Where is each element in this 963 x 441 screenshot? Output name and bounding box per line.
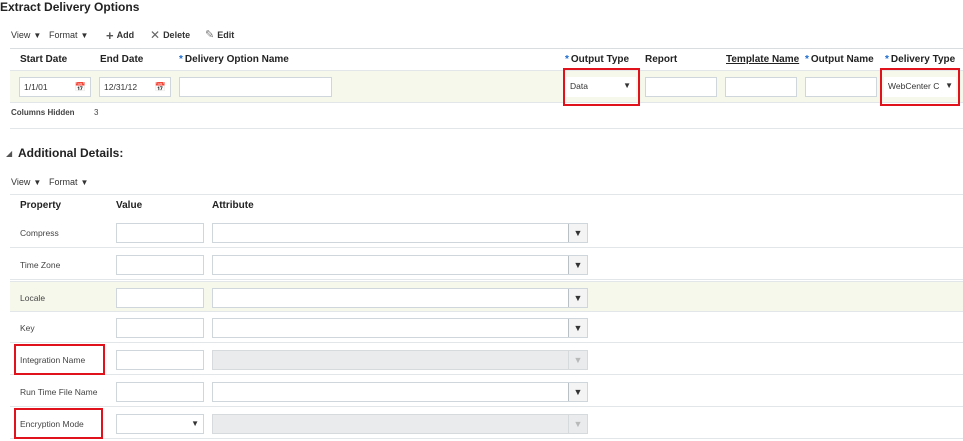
value-input[interactable] xyxy=(116,255,204,275)
chevron-down-icon: ▼ xyxy=(33,177,42,187)
required-asterisk: * xyxy=(805,54,809,65)
delete-label: Delete xyxy=(163,30,191,40)
property-label: Locale xyxy=(20,293,46,303)
dropdown-arrow-icon[interactable]: ▼ xyxy=(568,383,587,401)
header-label: Delivery Option Name xyxy=(184,54,289,65)
value-input[interactable] xyxy=(116,223,204,243)
format-label: Format xyxy=(49,177,78,187)
view-menu[interactable]: View ▼ xyxy=(11,30,41,40)
dropdown-arrow-icon: ▼ xyxy=(191,419,199,428)
table-row[interactable]: Run Time File Name ▼ xyxy=(10,376,963,407)
delete-x-icon: ✕ xyxy=(150,27,161,42)
property-label: Run Time File Name xyxy=(20,387,98,397)
calendar-icon[interactable]: 📅 xyxy=(75,78,86,96)
required-asterisk: * xyxy=(885,54,889,65)
divider xyxy=(10,48,963,49)
calendar-icon[interactable]: 📅 xyxy=(155,78,166,96)
report-input[interactable] xyxy=(645,77,717,97)
attribute-select: ▼ xyxy=(212,350,588,370)
table-row[interactable]: Time Zone ▼ xyxy=(10,249,963,280)
attribute-select[interactable]: ▼ xyxy=(212,382,588,402)
value-select[interactable]: ▼ xyxy=(116,414,204,434)
header-template-name[interactable]: Template Name xyxy=(726,54,799,65)
attribute-select[interactable]: ▼ xyxy=(212,318,588,338)
template-name-input[interactable] xyxy=(725,77,797,97)
page-title: Extract Delivery Options xyxy=(0,0,140,14)
property-label: Time Zone xyxy=(20,260,61,270)
header-property[interactable]: Property xyxy=(20,200,61,211)
header-label: Output Name xyxy=(810,54,874,65)
dropdown-arrow-icon: ▼ xyxy=(568,415,587,433)
attribute-select: ▼ xyxy=(212,414,588,434)
value-input[interactable] xyxy=(116,318,204,338)
table-row[interactable]: Key ▼ xyxy=(10,312,963,343)
view-menu[interactable]: View ▼ xyxy=(11,177,41,187)
delivery-option-name-input[interactable] xyxy=(179,77,332,97)
header-delivery-option-name[interactable]: * Delivery Option Name xyxy=(179,54,289,65)
value-input[interactable] xyxy=(116,288,204,308)
highlight-box xyxy=(880,68,960,106)
header-report[interactable]: Report xyxy=(645,54,677,65)
plus-icon: + xyxy=(106,27,114,43)
required-asterisk: * xyxy=(179,54,183,65)
header-output-name[interactable]: * Output Name xyxy=(805,54,874,65)
columns-hidden-count: 3 xyxy=(94,108,99,117)
header-attribute[interactable]: Attribute xyxy=(212,200,254,211)
value-input[interactable] xyxy=(116,382,204,402)
header-end-date[interactable]: End Date xyxy=(100,54,143,65)
dropdown-arrow-icon[interactable]: ▼ xyxy=(568,289,587,307)
dropdown-arrow-icon[interactable]: ▼ xyxy=(568,224,587,242)
dropdown-arrow-icon[interactable]: ▼ xyxy=(568,256,587,274)
format-menu[interactable]: Format ▼ xyxy=(49,30,88,40)
start-date-value: 1/1/01 xyxy=(24,82,48,92)
section-title: Additional Details: xyxy=(18,146,124,160)
start-date-input[interactable]: 1/1/01 📅 xyxy=(19,77,91,97)
header-value[interactable]: Value xyxy=(116,200,142,211)
property-label: Key xyxy=(20,323,35,333)
highlight-box xyxy=(14,408,103,439)
header-label: Delivery Type xyxy=(890,54,956,65)
output-name-input[interactable] xyxy=(805,77,877,97)
view-label: View xyxy=(11,30,31,40)
header-output-type[interactable]: * Output Type xyxy=(565,54,629,65)
delete-button[interactable]: ✕ Delete xyxy=(150,27,191,42)
table-row[interactable]: Locale ▼ xyxy=(10,281,963,312)
add-label: Add xyxy=(116,30,135,40)
columns-hidden-label: Columns Hidden xyxy=(11,108,75,117)
end-date-value: 12/31/12 xyxy=(104,82,138,92)
edit-button[interactable]: ✎ Edit xyxy=(205,28,235,41)
attribute-select[interactable]: ▼ xyxy=(212,255,588,275)
view-label: View xyxy=(11,177,31,187)
highlight-box xyxy=(14,344,105,375)
dropdown-arrow-icon: ▼ xyxy=(568,351,587,369)
chevron-down-icon: ▼ xyxy=(80,177,89,187)
value-input[interactable] xyxy=(116,350,204,370)
highlight-box xyxy=(563,68,640,106)
add-button[interactable]: + Add xyxy=(106,27,135,43)
attribute-select[interactable]: ▼ xyxy=(212,223,588,243)
header-label: Output Type xyxy=(570,54,630,65)
divider xyxy=(10,128,963,129)
header-delivery-type[interactable]: * Delivery Type xyxy=(885,54,955,65)
collapse-triangle-icon[interactable]: ◢ xyxy=(6,149,12,158)
chevron-down-icon: ▼ xyxy=(80,30,89,40)
table-row[interactable]: Compress ▼ xyxy=(10,217,963,248)
divider xyxy=(10,194,963,195)
table-row[interactable]: Encryption Mode ▼ ▼ xyxy=(10,408,963,439)
required-asterisk: * xyxy=(565,54,569,65)
property-label: Compress xyxy=(20,228,59,238)
format-menu[interactable]: Format ▼ xyxy=(49,177,88,187)
dropdown-arrow-icon[interactable]: ▼ xyxy=(568,319,587,337)
pencil-icon: ✎ xyxy=(205,28,215,41)
attribute-select[interactable]: ▼ xyxy=(212,288,588,308)
table-row[interactable]: Integration Name ▼ xyxy=(10,344,963,375)
format-label: Format xyxy=(49,30,78,40)
end-date-input[interactable]: 12/31/12 📅 xyxy=(99,77,171,97)
header-start-date[interactable]: Start Date xyxy=(20,54,67,65)
edit-label: Edit xyxy=(217,30,235,40)
chevron-down-icon: ▼ xyxy=(33,30,42,40)
